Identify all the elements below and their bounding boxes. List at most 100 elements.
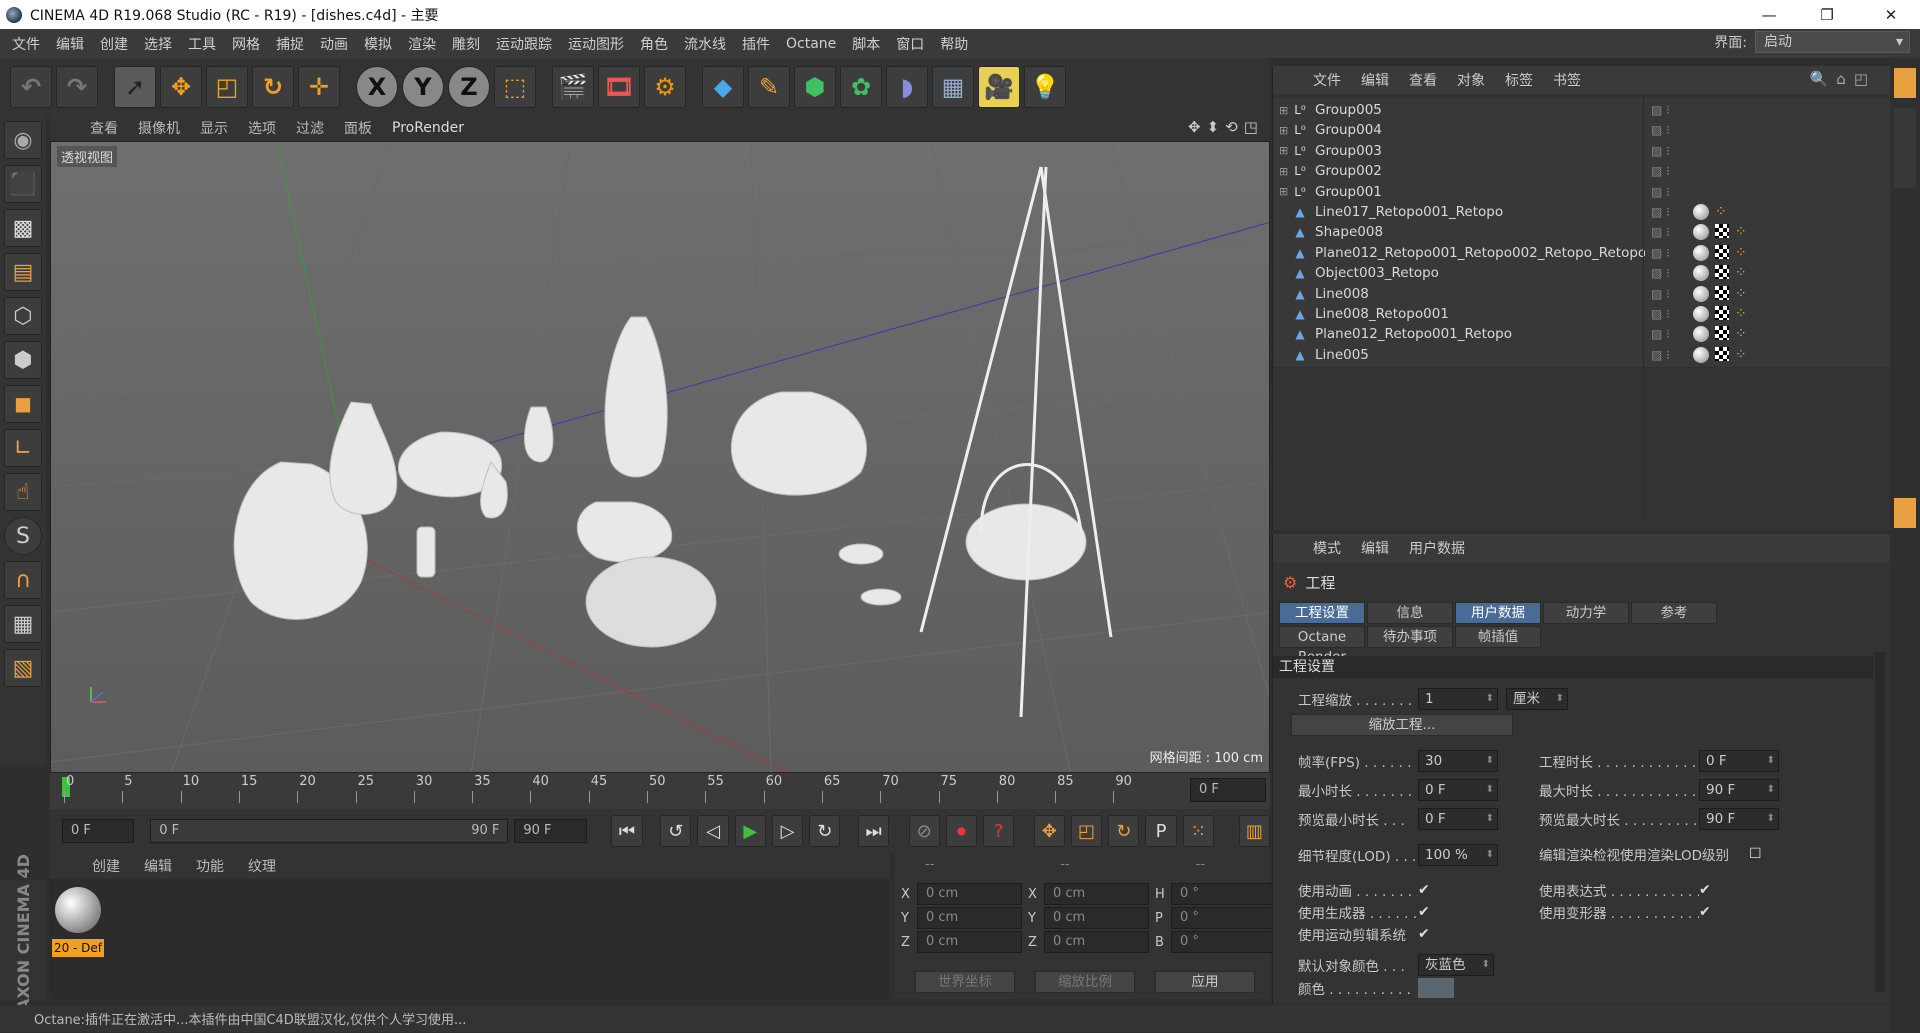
visibility-toggle-icon[interactable]: ▨ ⁝ — [1651, 205, 1670, 219]
material-menu-item[interactable]: 功能 — [184, 856, 236, 876]
visibility-toggle-icon[interactable]: ▨ ⁝ — [1651, 307, 1670, 321]
y-axis-lock-icon[interactable]: Y — [402, 65, 444, 108]
attribute-tab[interactable]: 动力学 — [1543, 602, 1629, 624]
rotate-tool-icon[interactable]: ↻ — [252, 65, 294, 108]
coordinate-system-icon[interactable]: ⬚ — [494, 65, 536, 108]
phong-tag-icon[interactable]: ⁘ — [1715, 204, 1731, 220]
deformer-icon[interactable]: ◗ — [886, 65, 928, 108]
menu-item[interactable]: 文件 — [4, 34, 48, 54]
scale-mode-select[interactable]: 缩放比例 — [1035, 971, 1135, 993]
material-tag-icon[interactable] — [1693, 306, 1709, 322]
menu-item[interactable]: 角色 — [632, 34, 676, 54]
menu-item[interactable]: 渲染 — [400, 34, 444, 54]
key-position-icon[interactable]: ✥ — [1033, 815, 1065, 847]
lod-field[interactable]: 100 % — [1418, 844, 1498, 866]
menu-item[interactable]: 帮助 — [932, 34, 976, 54]
visibility-toggle-icon[interactable]: ▨ ⁝ — [1651, 287, 1670, 301]
menu-item[interactable]: 模拟 — [356, 34, 400, 54]
use-motion-clip-checkbox[interactable]: ✔ — [1418, 927, 1432, 941]
scale-project-button[interactable]: 缩放工程... — [1291, 714, 1513, 736]
phong-tag-icon[interactable]: ⁘ — [1735, 224, 1751, 240]
attribute-menu-item[interactable]: 编辑 — [1351, 538, 1399, 558]
edit-render-settings-icon[interactable]: ⚙ — [644, 65, 686, 108]
viewport-menu-item[interactable]: ProRender — [382, 120, 474, 136]
expand-icon[interactable]: ⊞ — [1279, 144, 1291, 157]
model-mode-icon[interactable]: ⬛ — [4, 165, 42, 203]
render-view-icon[interactable]: 🎬 — [552, 65, 594, 108]
x-axis-lock-icon[interactable]: X — [356, 65, 398, 108]
expand-icon[interactable]: ⊞ — [1279, 104, 1291, 117]
menu-item[interactable]: 动画 — [312, 34, 356, 54]
minimize-button[interactable]: — — [1740, 0, 1798, 29]
uvw-tag-icon[interactable] — [1715, 346, 1729, 361]
attribute-tab[interactable]: 待办事项 — [1367, 626, 1453, 648]
coord-field[interactable]: 0 cm — [917, 907, 1022, 929]
coord-field[interactable]: 0 cm — [917, 883, 1022, 905]
attributes-tab[interactable] — [1894, 498, 1916, 528]
last-tool-icon[interactable]: ✛ — [298, 65, 340, 108]
attribute-tab[interactable]: Octane Render — [1279, 626, 1365, 665]
material-swatch[interactable]: 20 - Def — [52, 887, 104, 969]
min-time-field[interactable]: 0 F — [1418, 779, 1498, 801]
project-length-field[interactable]: 0 F — [1699, 750, 1779, 772]
attribute-tab[interactable]: 信息 — [1367, 602, 1453, 624]
light-icon[interactable]: 💡 — [1024, 65, 1066, 108]
viewport-nav-icons[interactable]: ✥⬍⟲◳ — [1188, 118, 1264, 136]
coord-mode-select[interactable]: 世界坐标 — [915, 971, 1015, 993]
coord-field[interactable]: 0 cm — [1044, 931, 1149, 953]
expand-icon[interactable]: ⊞ — [1279, 165, 1291, 178]
workplane-icon[interactable]: ▧ — [4, 649, 42, 687]
visibility-toggle-icon[interactable]: ▨ ⁝ — [1651, 348, 1670, 362]
key-scale-icon[interactable]: ◰ — [1070, 815, 1103, 847]
coord-field[interactable]: 0 cm — [1044, 907, 1149, 929]
loop-forward-icon[interactable]: ↻ — [809, 815, 841, 847]
keyframe-selection-icon[interactable]: ? — [983, 815, 1015, 847]
material-tag-icon[interactable] — [1693, 285, 1709, 302]
visibility-toggle-icon[interactable]: ▨ ⁝ — [1651, 164, 1670, 178]
material-menu-item[interactable]: 创建 — [80, 856, 132, 876]
apply-button[interactable]: 应用 — [1155, 971, 1255, 993]
uvw-tag-icon[interactable] — [1715, 306, 1729, 320]
auto-key-icon[interactable]: ⏺ — [945, 815, 978, 847]
visibility-toggle-icon[interactable]: ▨ ⁝ — [1651, 185, 1670, 199]
use-expressions-checkbox[interactable]: ✔ — [1699, 883, 1713, 897]
menu-item[interactable]: 工具 — [180, 34, 224, 54]
close-button[interactable]: ✕ — [1862, 0, 1920, 29]
uvw-tag-icon[interactable] — [1715, 326, 1729, 341]
prev-frame-icon[interactable]: ◁ — [697, 815, 729, 847]
preview-max-field[interactable]: 90 F — [1699, 808, 1779, 830]
attribute-tab[interactable]: 参考 — [1631, 602, 1717, 624]
key-points-icon[interactable]: ⁙ — [1182, 815, 1214, 847]
menu-item[interactable]: 脚本 — [844, 34, 888, 54]
visibility-toggle-icon[interactable]: ▨ ⁝ — [1651, 327, 1670, 341]
phong-tag-icon[interactable]: ⁘ — [1735, 286, 1751, 302]
texture-mode-icon[interactable]: ▩ — [4, 209, 42, 247]
viewport-menu-item[interactable]: 查看 — [80, 118, 128, 138]
color-swatch[interactable] — [1418, 978, 1454, 998]
expand-icon[interactable]: ⊞ — [1279, 185, 1291, 198]
visibility-toggle-icon[interactable]: ▨ ⁝ — [1651, 266, 1670, 280]
key-parameter-icon[interactable]: P — [1145, 815, 1177, 847]
scale-tool-icon[interactable]: ◰ — [206, 65, 248, 108]
material-tag-icon[interactable] — [1693, 265, 1709, 282]
floor-icon[interactable]: ▦ — [932, 65, 974, 108]
content-browser-tab[interactable] — [1894, 108, 1916, 188]
perspective-viewport[interactable]: 透视视图 网格间距 : 100 cm — [50, 141, 1270, 773]
uvw-tag-icon[interactable] — [1715, 265, 1729, 280]
om-search-icon[interactable]: 🔍⌂◰ — [1810, 70, 1876, 88]
attribute-scrollbar[interactable] — [1875, 652, 1885, 992]
fps-field[interactable]: 30 — [1418, 750, 1498, 772]
menu-item[interactable]: Octane — [778, 36, 844, 52]
render-to-picture-viewer-icon[interactable]: 🎞 — [598, 65, 640, 108]
menu-item[interactable]: 插件 — [734, 34, 778, 54]
snap-icon[interactable]: S — [4, 517, 42, 555]
menu-item[interactable]: 网格 — [224, 34, 268, 54]
menu-item[interactable]: 运动图形 — [560, 34, 632, 54]
workplane-mode-icon[interactable]: ▤ — [4, 253, 42, 291]
menu-item[interactable]: 创建 — [92, 34, 136, 54]
maximize-button[interactable]: ❐ — [1798, 0, 1856, 29]
undo-button[interactable]: ↶ — [10, 65, 52, 108]
preview-range-slider[interactable]: 0 F 90 F — [150, 819, 509, 843]
loop-back-icon[interactable]: ↺ — [660, 815, 692, 847]
use-deformers-checkbox[interactable]: ✔ — [1699, 905, 1713, 919]
